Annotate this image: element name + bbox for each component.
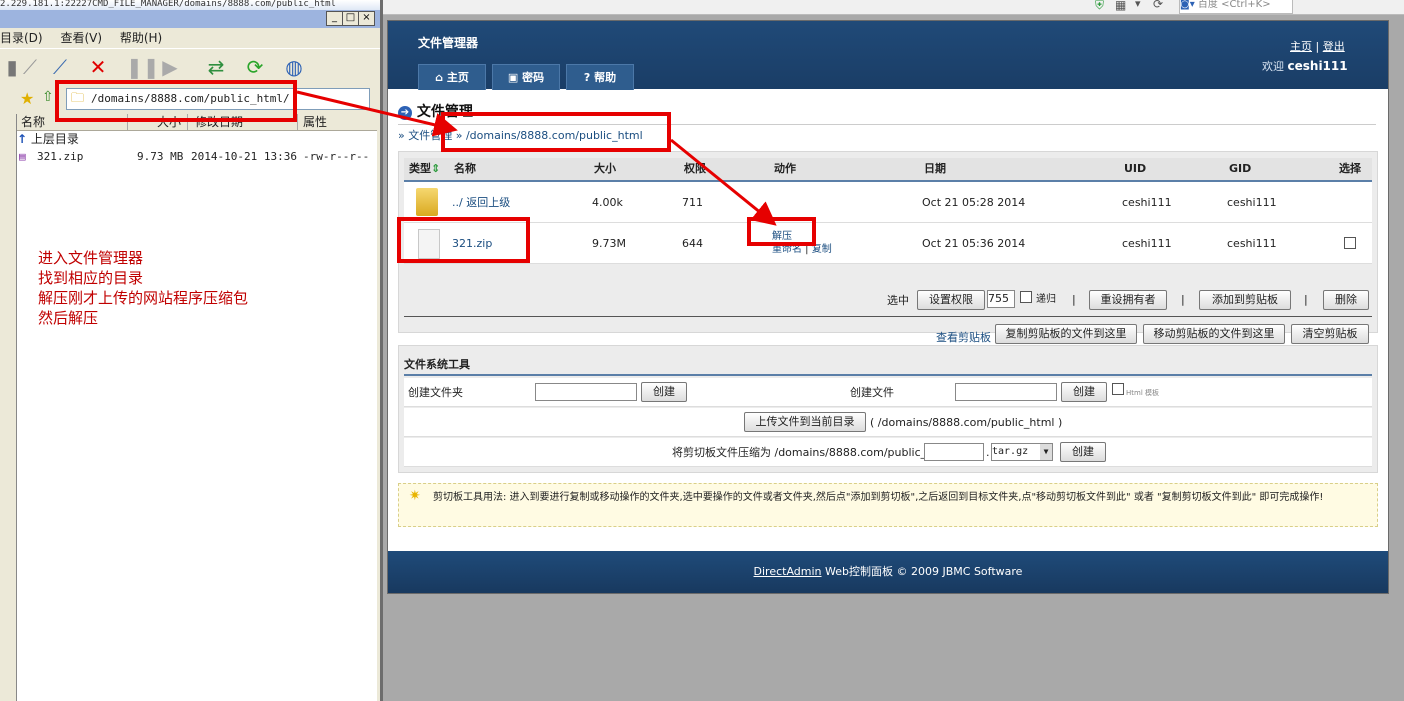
arrow-to-breadcrumb: [296, 90, 458, 137]
arrow-to-extract: [670, 138, 777, 226]
annotation-arrows: [296, 90, 777, 226]
